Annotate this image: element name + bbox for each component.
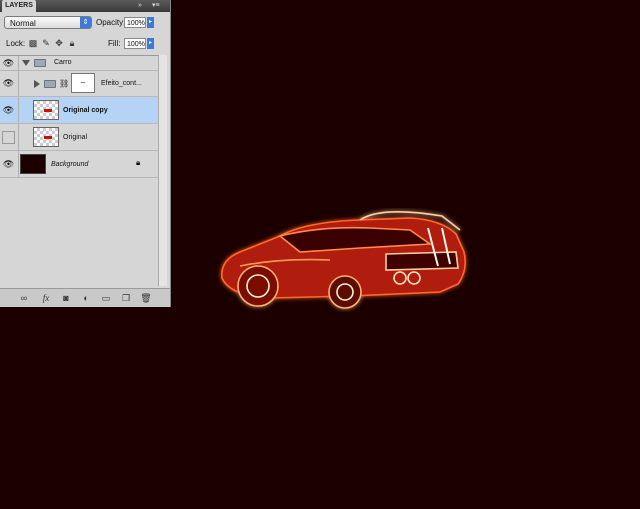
lock-fill-row: Lock: ▩ ✎ ✥ 🔒︎ Fill: 100% ▸ — [4, 38, 166, 50]
layer-thumbnail — [33, 127, 59, 147]
layers-tab[interactable]: LAYERS — [2, 0, 36, 12]
layer-row-original[interactable]: Original — [0, 124, 158, 151]
lock-all-icon[interactable]: 🔒︎ — [67, 38, 77, 48]
opacity-arrow-icon[interactable]: ▸ — [147, 17, 154, 28]
layer-mask-thumbnail[interactable]: – — [71, 73, 95, 93]
car-thumb — [44, 136, 52, 139]
chevron-updown-icon: ⇕ — [80, 17, 91, 28]
eye-icon[interactable]: 👁︎ — [2, 158, 15, 171]
blend-mode-dropdown[interactable]: Normal ⇕ — [4, 16, 92, 29]
opacity-label: Opacity: — [96, 18, 126, 27]
row-divider — [18, 97, 19, 123]
row-divider — [18, 124, 19, 150]
fill-input[interactable]: 100% — [124, 38, 146, 49]
expand-right-icon[interactable] — [34, 80, 40, 88]
lock-transparent-icon[interactable]: ▩ — [28, 38, 38, 48]
layer-row-efeito[interactable]: 👁︎ ⛓︎ – Efeito_cont... — [0, 71, 158, 97]
layer-thumbnail — [20, 154, 46, 174]
adjustment-layer-icon[interactable]: ◐ — [80, 292, 92, 304]
fill-arrow-icon[interactable]: ▸ — [147, 38, 154, 49]
add-mask-icon[interactable]: ◙ — [60, 292, 72, 304]
lock-label: Lock: — [6, 39, 26, 48]
layer-row-original-copy[interactable]: 👁︎ Original copy — [0, 97, 158, 124]
layer-name: Original copy — [63, 107, 108, 114]
eye-icon[interactable]: 👁︎ — [2, 57, 15, 70]
layers-list: 👁︎ Carro 👁︎ ⛓︎ – Efeito_cont... 👁︎ Origi… — [0, 55, 166, 287]
fill-label: Fill: — [108, 39, 121, 48]
new-group-icon[interactable]: ▭ — [100, 292, 112, 304]
layers-scrollbar[interactable] — [158, 55, 167, 286]
visibility-toggle-empty[interactable] — [2, 131, 15, 144]
panel-tab-bar: LAYERS » ▾≡ — [0, 0, 170, 12]
eye-icon[interactable]: 👁︎ — [2, 104, 15, 117]
car-thumb — [44, 109, 52, 112]
panel-bottom-toolbar: ∞ fx ◙ ◐ ▭ ❐ 🗑︎ — [0, 288, 170, 307]
row-divider — [18, 56, 19, 70]
layer-thumbnail — [33, 100, 59, 120]
lock-icon: 🔒︎ — [136, 158, 141, 167]
row-divider — [18, 151, 19, 177]
blend-mode-value: Normal — [10, 19, 36, 28]
link-layers-icon[interactable]: ∞ — [18, 292, 30, 304]
layer-name: Carro — [54, 59, 72, 66]
layer-row-carro[interactable]: 👁︎ Carro — [0, 56, 158, 71]
layer-name: Background — [51, 161, 89, 168]
layer-name: Efeito_cont... — [101, 80, 142, 87]
opacity-input[interactable]: 100% — [124, 17, 146, 28]
blend-opacity-row: Normal ⇕ Opacity: 100% ▸ — [4, 16, 166, 30]
layer-name: Original — [63, 134, 88, 141]
new-layer-icon[interactable]: ❐ — [120, 292, 132, 304]
panel-menu-icon[interactable]: ▾≡ — [152, 1, 160, 11]
trash-icon[interactable]: 🗑︎ — [140, 292, 152, 304]
glowing-car-artwork — [221, 211, 466, 309]
layers-panel: LAYERS » ▾≡ Normal ⇕ Opacity: 100% ▸ Loc… — [0, 0, 171, 307]
expand-down-icon[interactable] — [22, 60, 30, 66]
layer-row-background[interactable]: 👁︎ Background 🔒︎ — [0, 151, 158, 178]
eye-icon[interactable]: 👁︎ — [2, 77, 15, 90]
lock-paint-icon[interactable]: ✎ — [41, 38, 51, 48]
lock-move-icon[interactable]: ✥ — [54, 38, 64, 48]
folder-icon — [44, 80, 56, 88]
fx-icon[interactable]: fx — [40, 292, 52, 304]
folder-icon — [34, 59, 46, 67]
row-divider — [18, 71, 19, 96]
collapse-icon[interactable]: » — [138, 1, 142, 11]
link-icon: ⛓︎ — [59, 79, 70, 88]
